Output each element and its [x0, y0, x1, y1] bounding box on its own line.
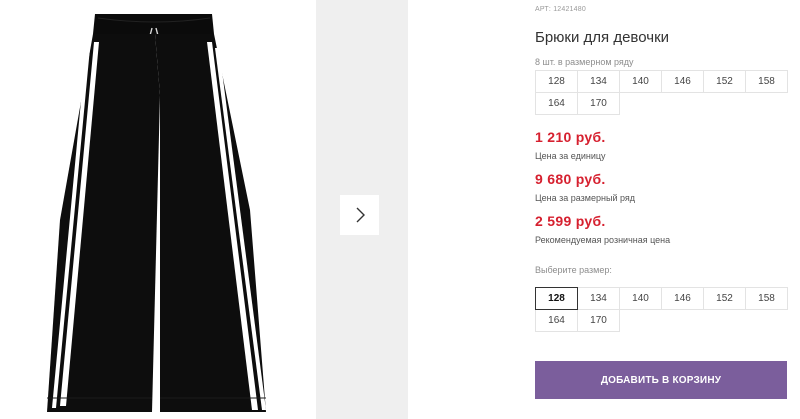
- size-option[interactable]: 152: [703, 287, 746, 310]
- size-option[interactable]: 134: [577, 287, 620, 310]
- size-option-selected[interactable]: 128: [535, 287, 578, 310]
- unit-price: 1 210 руб.: [535, 129, 606, 145]
- article-number: АРТ: 12421480: [535, 6, 586, 13]
- size-option[interactable]: 170: [577, 309, 620, 332]
- size-row-cell: 170: [577, 92, 620, 115]
- size-row-cell: 140: [619, 70, 662, 93]
- size-option[interactable]: 158: [745, 287, 788, 310]
- unit-price-label: Цена за единицу: [535, 151, 606, 161]
- retail-price-label: Рекомендуемая розничная цена: [535, 235, 671, 245]
- size-option[interactable]: 146: [661, 287, 704, 310]
- size-row-price: 9 680 руб.: [535, 171, 606, 187]
- size-row-price-label: Цена за размерный ряд: [535, 193, 636, 203]
- chevron-right-icon: [356, 207, 365, 223]
- product-title: Брюки для девочки: [535, 29, 670, 46]
- retail-price: 2 599 руб.: [535, 213, 606, 229]
- size-row-cell: 128: [535, 70, 578, 93]
- size-row-cell: 164: [535, 92, 578, 115]
- size-option[interactable]: 140: [619, 287, 662, 310]
- pants-illustration: [47, 14, 266, 412]
- size-row-cell: 158: [745, 70, 788, 93]
- size-row-caption: 8 шт. в размерном ряду: [535, 57, 634, 67]
- size-option[interactable]: 164: [535, 309, 578, 332]
- gallery-next-button[interactable]: [340, 195, 379, 235]
- choose-size-label: Выберите размер:: [535, 265, 612, 275]
- size-row-cell: 152: [703, 70, 746, 93]
- product-image: [0, 0, 314, 419]
- add-to-cart-button[interactable]: ДОБАВИТЬ В КОРЗИНУ: [535, 361, 787, 399]
- size-row-cell: 134: [577, 70, 620, 93]
- size-row-cell: 146: [661, 70, 704, 93]
